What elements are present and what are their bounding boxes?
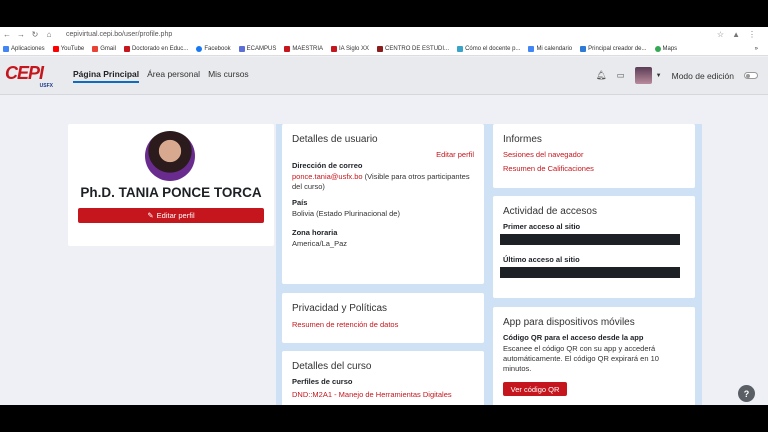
user-details-title: Detalles de usuario — [292, 134, 378, 145]
reports-title: Informes — [503, 134, 542, 145]
help-button[interactable]: ? — [738, 385, 755, 402]
last-access-label: Último acceso al sitio — [503, 255, 580, 264]
bookmark-icon — [3, 45, 9, 52]
nav-dashboard[interactable]: Área personal — [147, 69, 200, 83]
bookmark-10[interactable]: Mi calendario — [528, 45, 572, 52]
nav-home[interactable]: Página Principal — [73, 69, 140, 83]
edit-mode-label: Modo de edición — [671, 70, 734, 81]
bookmark-icon — [284, 45, 291, 52]
bookmark-icon — [123, 45, 130, 52]
bookmark-icon — [377, 45, 384, 52]
bell-icon[interactable]: 🔔︎ — [596, 70, 607, 81]
bookmarks-more[interactable]: » — [755, 46, 768, 52]
reload-icon[interactable]: ↻ — [28, 30, 42, 39]
chevron-down-icon[interactable]: ▼ — [656, 73, 662, 79]
privacy-card: Privacidad y Políticas Resumen de retenc… — [282, 293, 484, 343]
edit-profile-label: Editar perfil — [156, 211, 195, 220]
url-text[interactable]: cepivirtual.cepi.bo/user/profile.php — [66, 31, 172, 38]
forward-icon[interactable]: → — [14, 30, 28, 39]
access-title: Actividad de accesos — [503, 206, 597, 217]
site-navbar: CEPI USFX Página Principal Área personal… — [0, 57, 768, 95]
bookmark-6[interactable]: MAESTRIA — [284, 45, 323, 52]
bookmark-7[interactable]: IA Siglo XX — [331, 45, 369, 52]
extension-icon[interactable]: ▲ — [732, 30, 740, 39]
course-link[interactable]: DND::M2A1 - Manejo de Herramientas Digit… — [292, 390, 474, 399]
privacy-title: Privacidad y Políticas — [292, 303, 388, 314]
chat-icon[interactable]: ▭ — [617, 70, 625, 81]
bookmark-icon — [331, 45, 338, 52]
edit-mode-toggle[interactable] — [744, 72, 758, 79]
bookmark-icon — [654, 45, 661, 52]
bookmark-3[interactable]: Doctorado en Educ... — [123, 45, 188, 52]
qr-description: Escanee el código QR con su app y accede… — [503, 344, 659, 373]
bookmark-icon — [528, 45, 535, 52]
bookmark-9[interactable]: Cómo el docente p... — [457, 45, 520, 52]
bookmark-2[interactable]: Gmail — [92, 45, 116, 52]
qr-label: Código QR para el acceso desde la app — [503, 333, 644, 342]
bookmark-icon — [238, 45, 245, 52]
profile-card: Ph.D. TANIA PONCE TORCA ✎ Editar perfil — [68, 124, 274, 246]
country-label: País — [292, 198, 308, 207]
first-access-label: Primer acceso al sitio — [503, 222, 581, 231]
email-link[interactable]: ponce.tania@usfx.bo — [292, 172, 363, 181]
bookmark-8[interactable]: CENTRO DE ESTUDI... — [377, 45, 449, 52]
bookmark-icon — [580, 45, 587, 52]
first-access-redacted — [500, 234, 680, 245]
edit-profile-button[interactable]: ✎ Editar perfil — [78, 208, 264, 223]
browser-window: ← → ↻ ⌂ cepivirtual.cepi.bo/user/profile… — [0, 27, 768, 405]
star-icon[interactable]: ☆ — [717, 30, 724, 39]
bookmark-4[interactable]: Facebook — [196, 45, 231, 52]
mobile-app-title: App para dispositivos móviles — [503, 317, 635, 328]
bookmark-icon — [52, 45, 59, 52]
view-qr-button[interactable]: Ver código QR — [503, 382, 567, 396]
country-value: Bolivia (Estado Plurinacional de) — [292, 209, 400, 218]
timezone-value: America/La_Paz — [292, 239, 348, 248]
logo-text: CEPI — [5, 62, 44, 83]
bookmark-5[interactable]: ECAMPUS — [238, 45, 276, 52]
email-value: ponce.tania@usfx.bo (Visible para otros … — [292, 172, 474, 192]
bookmark-11[interactable]: Principal creador de... — [580, 45, 647, 52]
bookmark-icon — [457, 45, 464, 52]
course-profiles-label: Perfiles de curso — [292, 377, 353, 386]
user-avatar[interactable] — [634, 67, 652, 84]
primary-nav: Página Principal Área personal Mis curso… — [73, 69, 249, 83]
bookmark-12[interactable]: Maps — [654, 45, 677, 52]
user-details-card: Detalles de usuario Editar perfil Direcc… — [282, 124, 484, 284]
back-icon[interactable]: ← — [0, 30, 14, 39]
nav-my-courses[interactable]: Mis cursos — [208, 69, 249, 83]
logo-subtitle: USFX — [39, 82, 53, 89]
bookmarks-bar: Aplicaciones YouTube Gmail Doctorado en … — [0, 42, 768, 56]
data-retention-link[interactable]: Resumen de retención de datos — [292, 320, 474, 329]
email-label: Dirección de correo — [292, 161, 363, 170]
cepi-logo[interactable]: CEPI USFX — [5, 63, 53, 89]
reports-card: Informes Sesiones del navegador Resumen … — [493, 124, 695, 188]
browser-sessions-link[interactable]: Sesiones del navegador — [503, 150, 685, 159]
edit-icon: ✎ — [147, 211, 154, 220]
bookmark-1[interactable]: YouTube — [52, 45, 84, 52]
home-icon[interactable]: ⌂ — [42, 30, 56, 39]
menu-icon[interactable]: ⋮ — [748, 30, 756, 39]
mobile-app-card: App para dispositivos móviles Código QR … — [493, 307, 695, 405]
course-details-title: Detalles del curso — [292, 361, 372, 372]
profile-picture — [145, 131, 195, 181]
bookmark-icon — [92, 45, 99, 52]
edit-profile-link[interactable]: Editar perfil — [292, 150, 474, 159]
profile-name: Ph.D. TANIA PONCE TORCA — [80, 185, 262, 200]
course-details-card: Detalles del curso Perfiles de curso DND… — [282, 351, 484, 405]
bookmark-icon — [196, 45, 203, 52]
access-activity-card: Actividad de accesos Primer acceso al si… — [493, 196, 695, 298]
grades-overview-link[interactable]: Resumen de Calificaciones — [503, 164, 685, 173]
bookmark-0[interactable]: Aplicaciones — [3, 45, 45, 52]
address-bar: ← → ↻ ⌂ cepivirtual.cepi.bo/user/profile… — [0, 27, 768, 42]
last-access-redacted — [500, 267, 680, 278]
timezone-label: Zona horaria — [292, 228, 338, 237]
